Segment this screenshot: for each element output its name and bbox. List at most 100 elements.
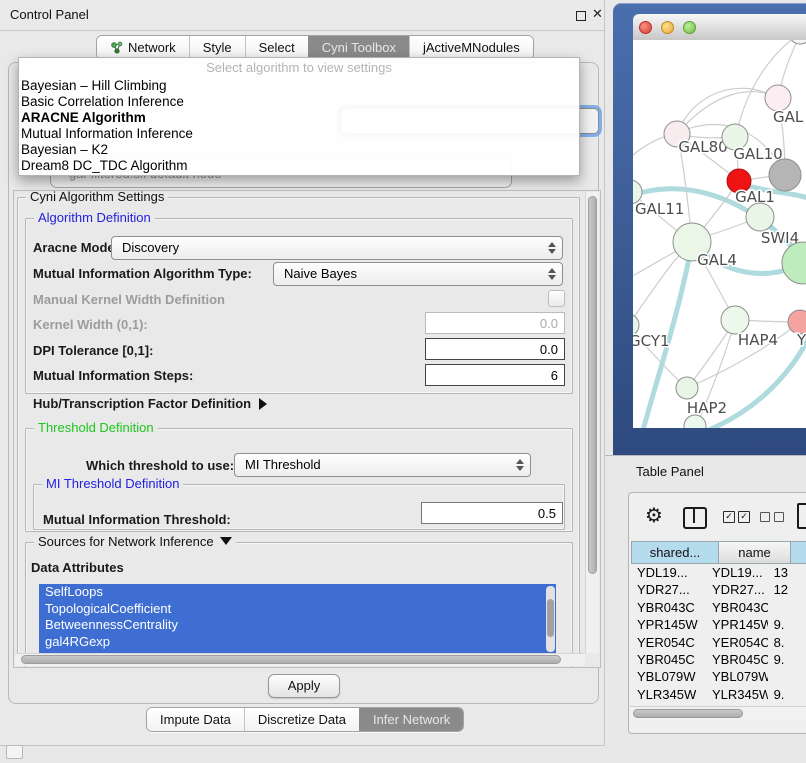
tab-style[interactable]: Style bbox=[189, 36, 245, 59]
gear-icon[interactable]: ⚙ bbox=[645, 505, 663, 525]
tab-label: Style bbox=[203, 40, 232, 55]
table-row[interactable]: YLR345WYLR345W9. bbox=[631, 686, 806, 703]
tab-select[interactable]: Select bbox=[245, 36, 308, 59]
dropdown-item[interactable]: Bayesian – K2 bbox=[19, 142, 579, 158]
node-unlabeled[interactable] bbox=[782, 242, 806, 284]
close-window-icon[interactable] bbox=[639, 21, 652, 34]
float-window-icon[interactable] bbox=[576, 11, 586, 21]
combo-value: MI Threshold bbox=[245, 457, 321, 472]
sources-toggle[interactable]: Sources for Network Inference bbox=[34, 534, 236, 549]
group-title: Threshold Definition bbox=[34, 420, 158, 435]
mi-type-combo[interactable]: Naive Bayes bbox=[273, 262, 563, 286]
manual-kernel-checkbox[interactable] bbox=[548, 290, 565, 307]
table-row[interactable]: YDL19...YDL19...13 bbox=[631, 564, 806, 581]
list-scrollbar[interactable] bbox=[546, 586, 555, 652]
apply-button[interactable]: Apply bbox=[268, 674, 340, 698]
node-hap4[interactable] bbox=[721, 306, 749, 334]
table-cell: 9. bbox=[768, 616, 806, 633]
spinner-icon bbox=[545, 240, 557, 256]
settings-vertical-scrollbar[interactable] bbox=[585, 192, 599, 653]
mi-threshold-label: Mutual Information Threshold: bbox=[43, 512, 231, 527]
dropdown-item[interactable]: Basic Correlation Inference bbox=[19, 94, 579, 110]
table-row[interactable]: YBR045CYBR045C9. bbox=[631, 651, 806, 668]
bottom-tab-bar: Impute DataDiscretize DataInfer Network bbox=[146, 707, 464, 732]
dropdown-item[interactable]: ARACNE Algorithm bbox=[19, 110, 579, 126]
table-row[interactable]: YBR043CYBR043C bbox=[631, 599, 806, 616]
table-cell: YBR045C bbox=[706, 651, 768, 668]
dropdown-item[interactable]: Dream8 DC_TDC Algorithm bbox=[19, 158, 579, 174]
minimize-window-icon[interactable] bbox=[661, 21, 674, 34]
tab-cyni-toolbox[interactable]: Cyni Toolbox bbox=[308, 36, 409, 59]
hub-definition-toggle[interactable]: Hub/Transcription Factor Definition bbox=[33, 396, 267, 411]
table-cell: YDL19... bbox=[631, 564, 706, 581]
mi-steps-field[interactable] bbox=[425, 364, 565, 386]
sources-title: Sources for Network Inference bbox=[38, 534, 214, 549]
tab-jactivemnodules[interactable]: jActiveMNodules bbox=[409, 36, 533, 59]
table-cell: YBR043C bbox=[631, 599, 706, 616]
node-label: GAL80 bbox=[678, 138, 727, 156]
node-unlabeled[interactable] bbox=[789, 40, 806, 44]
column-header-shared...[interactable]: shared... bbox=[631, 541, 719, 564]
table-cell: 9. bbox=[768, 686, 806, 703]
panel-mini-icon[interactable] bbox=[6, 745, 23, 759]
dpi-tolerance-field[interactable] bbox=[425, 338, 565, 360]
data-attributes-list[interactable]: SelfLoopsTopologicalCoefficientBetweenne… bbox=[39, 584, 556, 654]
deselect-all-icon[interactable] bbox=[760, 512, 784, 522]
table-row[interactable]: YPR145WYPR145W9. bbox=[631, 616, 806, 633]
dropdown-item[interactable]: Mutual Information Inference bbox=[19, 126, 579, 142]
table-row[interactable]: YDR27...YDR27...12 bbox=[631, 581, 806, 598]
kernel-width-field[interactable] bbox=[425, 312, 565, 334]
table-cell: YLR345W bbox=[631, 686, 706, 703]
group-title: Cyni Algorithm Settings bbox=[26, 190, 168, 204]
which-threshold-combo[interactable]: MI Threshold bbox=[234, 453, 531, 477]
attribute-item-selected[interactable]: TopologicalCoefficient bbox=[39, 601, 556, 618]
manual-kernel-label: Manual Kernel Width Definition bbox=[33, 292, 225, 307]
column-header-name[interactable]: name bbox=[719, 541, 791, 564]
attribute-item-selected[interactable]: gal4RGexp bbox=[39, 634, 556, 651]
node-label: GCY1 bbox=[633, 332, 670, 350]
node-table-panel: ⚙ ✓✓ shared...name YDL19...YDL19...13YDR… bbox=[628, 492, 806, 734]
node-unlabeled[interactable] bbox=[769, 159, 801, 191]
screen: { "colors": { "selection_blue": "#3E6ED2… bbox=[0, 0, 806, 762]
zoom-window-icon[interactable] bbox=[683, 21, 696, 34]
column-browser-icon[interactable] bbox=[683, 507, 707, 529]
mi-threshold-field[interactable] bbox=[421, 502, 563, 524]
network-graph: GALGAL80GAL10GAL1GAL11SWI4GAL4GCY1HAP4YH… bbox=[633, 40, 806, 428]
dpi-tolerance-label: DPI Tolerance [0,1]: bbox=[33, 343, 153, 358]
node-swi4[interactable] bbox=[746, 203, 774, 231]
settings-horizontal-scrollbar[interactable] bbox=[15, 653, 585, 666]
node-label: GAL bbox=[773, 108, 804, 126]
control-panel: Control Panel ✕ Network Style SelectCyni T… bbox=[0, 0, 605, 746]
table-header-row: shared...name bbox=[631, 541, 806, 564]
network-view-window: GALGAL80GAL10GAL1GAL11SWI4GAL4GCY1HAP4YH… bbox=[613, 3, 806, 455]
which-threshold-label: Which threshold to use: bbox=[86, 458, 234, 473]
attribute-item-selected[interactable]: BetweennessCentrality bbox=[39, 617, 556, 634]
tab-discretize-data[interactable]: Discretize Data bbox=[244, 708, 359, 731]
tab-network[interactable]: Network bbox=[97, 36, 189, 59]
table-cell: 8. bbox=[768, 634, 806, 651]
network-canvas[interactable]: GALGAL80GAL10GAL1GAL11SWI4GAL4GCY1HAP4YH… bbox=[633, 40, 806, 428]
select-all-icon[interactable]: ✓✓ bbox=[723, 511, 750, 523]
table-cell: YBL079W bbox=[706, 668, 768, 685]
export-table-icon[interactable] bbox=[797, 503, 806, 529]
table-cell: YBL079W bbox=[631, 668, 706, 685]
tab-infer-network[interactable]: Infer Network bbox=[359, 708, 463, 731]
table-cell: YER054C bbox=[631, 634, 706, 651]
node-hap2[interactable] bbox=[676, 377, 698, 399]
panel-title: Control Panel bbox=[10, 7, 89, 22]
table-row[interactable]: YBL079WYBL079W bbox=[631, 668, 806, 685]
table-cell: YLR345W bbox=[706, 686, 768, 703]
table-cell: YDR27... bbox=[631, 581, 706, 598]
column-header-clipped[interactable] bbox=[791, 541, 806, 564]
attribute-item-selected[interactable]: SelfLoops bbox=[39, 584, 556, 601]
aracne-mode-combo[interactable]: Discovery bbox=[111, 236, 563, 260]
tab-impute-data[interactable]: Impute Data bbox=[147, 708, 244, 731]
tab-label: jActiveMNodules bbox=[423, 40, 520, 55]
network-icon bbox=[110, 41, 123, 54]
group-title: MI Threshold Definition bbox=[42, 476, 183, 491]
table-row[interactable]: YER054CYER054C8. bbox=[631, 634, 806, 651]
table-horizontal-scrollbar[interactable] bbox=[630, 706, 806, 720]
network-window-titlebar[interactable] bbox=[633, 14, 806, 41]
dropdown-item[interactable]: Bayesian – Hill Climbing bbox=[19, 78, 579, 94]
close-icon[interactable]: ✕ bbox=[592, 6, 603, 22]
